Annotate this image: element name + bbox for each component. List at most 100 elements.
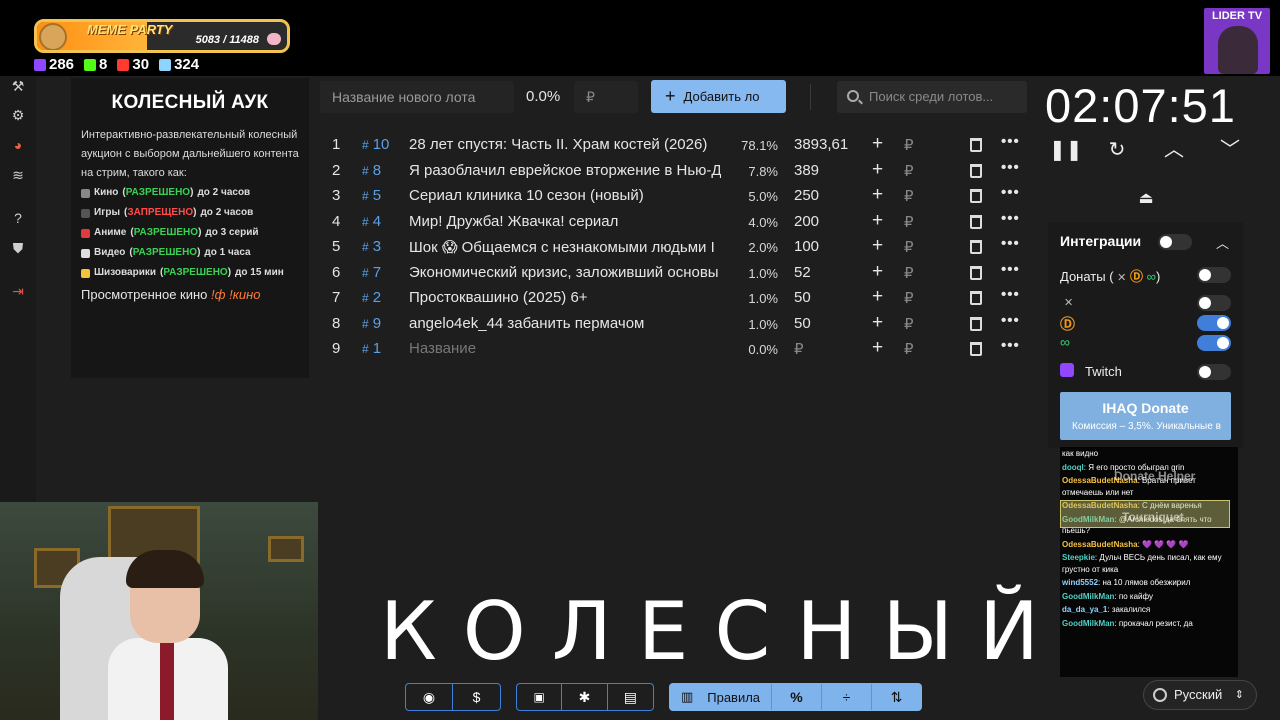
twitch-toggle[interactable]	[1197, 364, 1231, 380]
trash-icon[interactable]	[970, 163, 982, 178]
add-amount-input[interactable]: ₽	[904, 289, 914, 307]
more-icon[interactable]: •••	[1001, 184, 1020, 201]
add-amount-button[interactable]: +	[872, 312, 883, 334]
trash-icon[interactable]	[970, 189, 982, 203]
integrations-master-toggle[interactable]	[1158, 234, 1192, 250]
trash-icon[interactable]	[970, 240, 982, 254]
add-amount-button[interactable]: +	[872, 184, 883, 206]
more-icon[interactable]: •••	[1001, 337, 1020, 354]
chat-message: GoodMilkMan: по кайфу	[1060, 590, 1238, 604]
add-amount-button[interactable]: +	[872, 261, 883, 283]
donate-dollar-icon[interactable]: $	[453, 684, 500, 710]
hash-icon: #	[362, 291, 369, 305]
add-amount-input[interactable]: ₽	[904, 315, 914, 333]
lot-number: 7	[332, 289, 341, 306]
add-amount-button[interactable]: +	[872, 286, 883, 308]
lot-name-input[interactable]: angelo4ek_44 забанить пермачом	[409, 315, 721, 332]
sort-icon[interactable]: ⇅	[872, 684, 921, 710]
percent-icon[interactable]: %	[772, 684, 822, 710]
restart-icon[interactable]: ↻	[1105, 138, 1129, 162]
add-amount-button[interactable]: +	[872, 210, 883, 232]
shield-icon[interactable]: ⛊	[10, 240, 26, 256]
chevron-up-icon[interactable]: ︿	[1216, 233, 1229, 252]
github-icon[interactable]: ◉	[406, 684, 453, 710]
wheel-icon[interactable]: ◕	[10, 137, 26, 153]
clear-icon[interactable]: ▤	[608, 684, 653, 710]
more-icon[interactable]: •••	[1001, 159, 1020, 176]
add-amount-input[interactable]: ₽	[904, 264, 914, 282]
lot-search-input[interactable]: Поиск среди лотов...	[837, 81, 1027, 113]
lot-name-input[interactable]: Простоквашино (2025) 6+	[409, 289, 721, 306]
lot-amount-input[interactable]: 50	[794, 315, 811, 332]
add-amount-button[interactable]: +	[872, 159, 883, 181]
lot-id-value: 3	[372, 238, 382, 255]
trash-icon[interactable]	[970, 316, 982, 331]
add-amount-button[interactable]: +	[872, 133, 883, 155]
donate-helper-label: Donate Helper	[1114, 469, 1196, 483]
lot-name-input[interactable]: Сериал клиника 10 сезон (новый)	[409, 187, 721, 204]
rules-button[interactable]: ▥ Правила	[670, 684, 772, 710]
app-root: MEME PARTY 5083 / 11488 286 8 30 324 LIDER …	[0, 0, 1280, 720]
trash-icon[interactable]	[970, 291, 982, 305]
lot-row: 6 #7 Экономический кризис, заложивший осно…	[320, 260, 1030, 286]
more-icon[interactable]: •••	[1001, 133, 1020, 150]
save-icon[interactable]: ▣	[517, 684, 563, 710]
layers-icon[interactable]: ≋	[10, 167, 26, 183]
donations-toggle[interactable]	[1197, 267, 1231, 283]
more-icon[interactable]: •••	[1001, 210, 1020, 227]
lot-amount-input[interactable]: 52	[794, 264, 811, 281]
settings-icon[interactable]: ⚙	[10, 107, 26, 123]
lot-name-input[interactable]: Шок 😱 Общаемся с незнакомыми людьми I	[409, 238, 721, 256]
link-service-toggle[interactable]	[1197, 335, 1231, 351]
more-icon[interactable]: •••	[1001, 312, 1020, 329]
x-service-toggle[interactable]	[1197, 295, 1231, 311]
lot-amount-input[interactable]: 389	[794, 162, 819, 179]
add-amount-input[interactable]: ₽	[904, 162, 914, 180]
plus-icon: +	[665, 86, 676, 106]
lot-amount-input[interactable]: 50	[794, 289, 811, 306]
trash-icon[interactable]	[970, 214, 982, 229]
lot-amount-input[interactable]: 100	[794, 238, 819, 255]
add-amount-input[interactable]: ₽	[904, 238, 914, 256]
new-lot-name-input[interactable]: Название нового лота	[320, 81, 514, 113]
lot-name-input[interactable]: Экономический кризис, заложивший основы	[409, 264, 721, 281]
more-icon[interactable]: •••	[1001, 261, 1020, 278]
more-icon[interactable]: •••	[1001, 235, 1020, 252]
language-select[interactable]: Русский ⇕	[1143, 680, 1257, 710]
add-amount-input[interactable]: ₽	[904, 136, 914, 154]
divide-icon[interactable]: ÷	[822, 684, 872, 710]
chevron-down-icon[interactable]: ﹀	[1218, 138, 1242, 162]
donationalerts-toggle[interactable]	[1197, 315, 1231, 331]
ihaq-donate-card[interactable]: IHAQ Donate Комиссия – 3,5%. Уникальные …	[1060, 392, 1231, 440]
logout-icon[interactable]: ⇥	[10, 283, 26, 299]
trash-icon[interactable]	[970, 265, 982, 280]
bug-icon[interactable]: ✱	[562, 684, 608, 710]
add-lot-button[interactable]: + Добавить ло	[651, 80, 786, 113]
viewer-stat: 286	[34, 56, 74, 73]
lot-amount-input[interactable]: 250	[794, 187, 819, 204]
rule-category: Видео	[94, 247, 126, 258]
lot-name-input[interactable]: 28 лет спустя: Часть II. Храм костей (20…	[409, 136, 721, 153]
more-icon[interactable]: •••	[1001, 286, 1020, 303]
add-amount-button[interactable]: +	[872, 337, 883, 359]
add-amount-input[interactable]: ₽	[904, 213, 914, 231]
pause-icon[interactable]: ❚❚	[1049, 138, 1083, 162]
lot-amount-input[interactable]: 200	[794, 213, 819, 230]
chevron-up-icon[interactable]: ︿	[1162, 138, 1186, 162]
lot-table: 1 #10 28 лет спустя: Часть II. Храм костей…	[320, 132, 1030, 362]
lot-amount-input[interactable]: 3893,61	[794, 136, 848, 153]
collapse-icon[interactable]: ⏏	[1137, 188, 1155, 207]
lot-name-input[interactable]: Мир! Дружба! Жвачка! сериал	[409, 213, 721, 230]
lot-name-input[interactable]: Название	[409, 340, 721, 357]
lot-name-input[interactable]: Я разоблачил еврейское вторжение в Нью-Д	[409, 162, 721, 179]
trash-icon[interactable]	[970, 138, 982, 152]
auction-icon[interactable]: ⚒	[10, 78, 26, 94]
viewer-stat: 8	[84, 56, 107, 73]
new-lot-amount-input[interactable]: ₽	[574, 81, 638, 113]
add-amount-input[interactable]: ₽	[904, 340, 914, 358]
add-amount-button[interactable]: +	[872, 235, 883, 257]
help-icon[interactable]: ?	[10, 210, 26, 226]
add-amount-input[interactable]: ₽	[904, 187, 914, 205]
trash-icon[interactable]	[970, 342, 982, 356]
lot-amount-input[interactable]: ₽	[794, 340, 804, 358]
